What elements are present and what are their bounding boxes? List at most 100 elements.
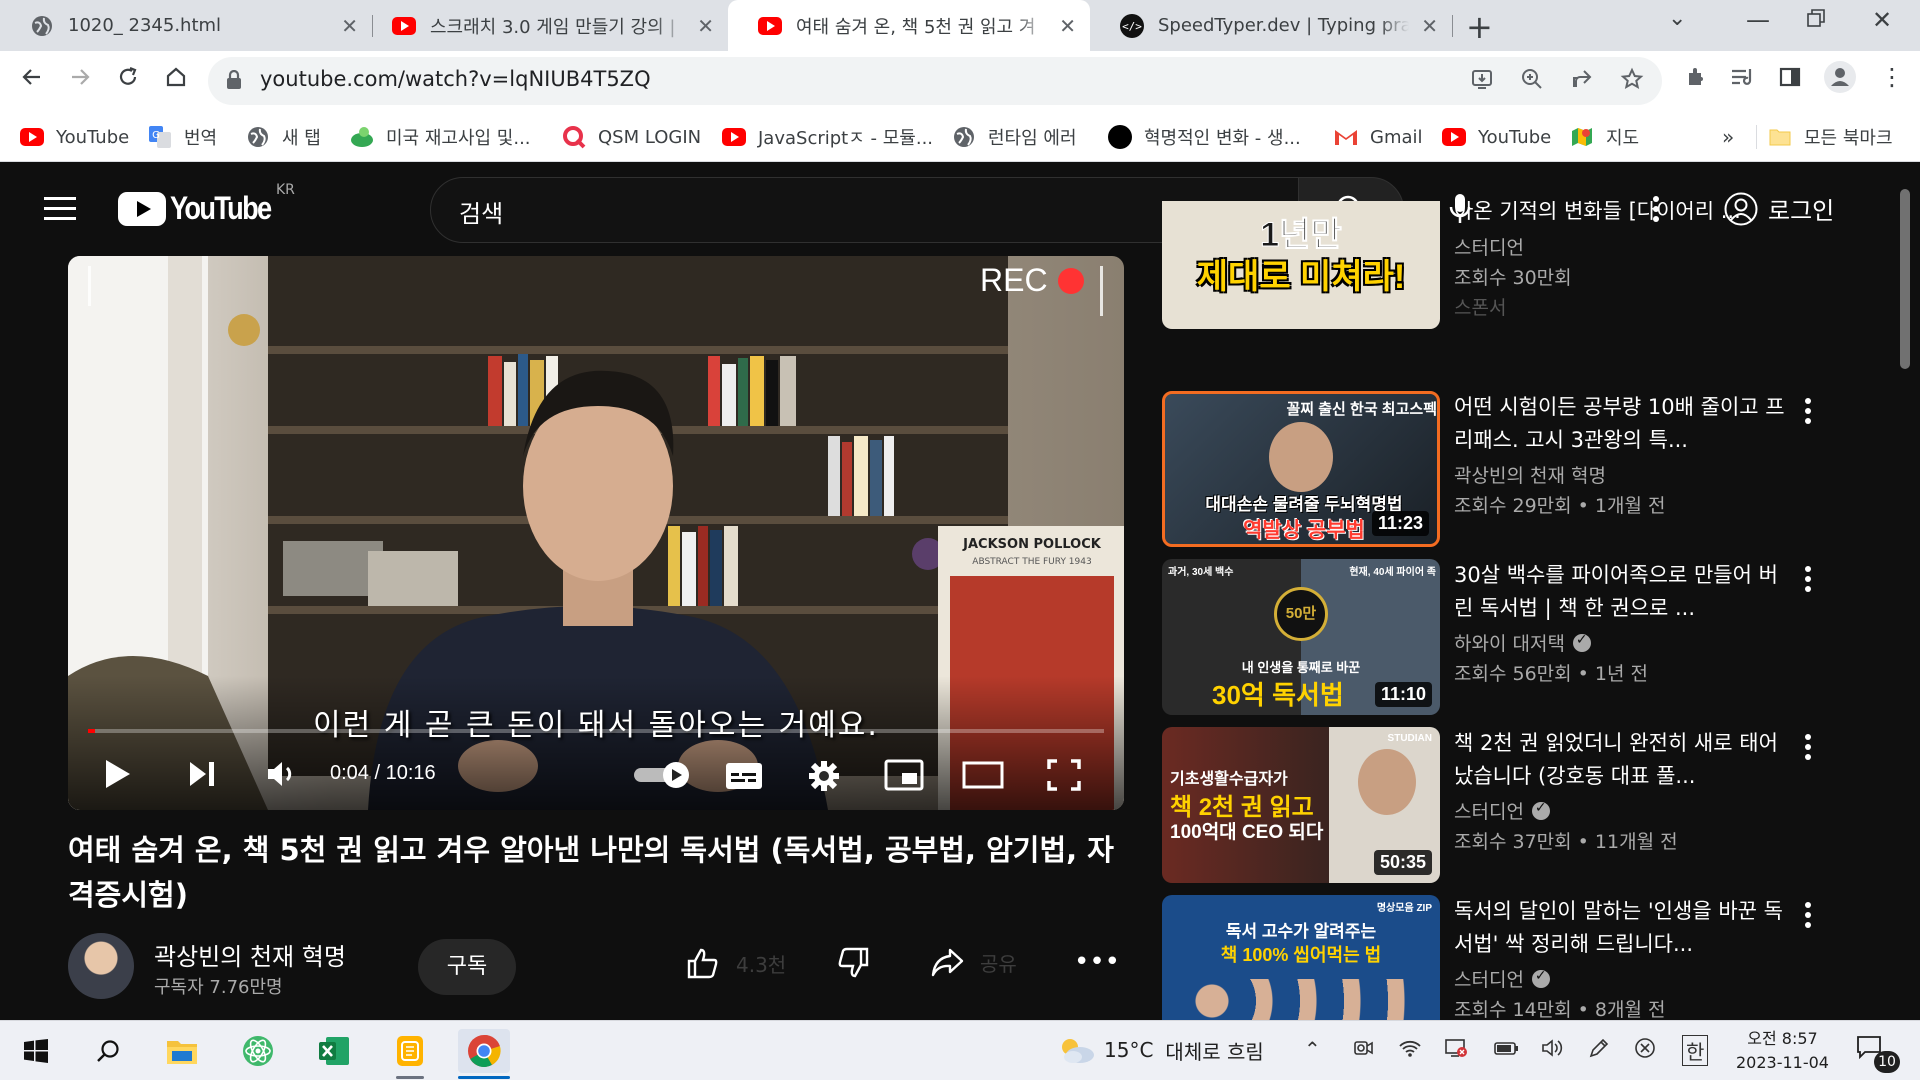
recommendation-channel[interactable]: 하와이 대저택 <box>1454 629 1591 656</box>
share-button[interactable]: 공유 <box>930 947 1017 977</box>
next-button[interactable] <box>186 756 218 796</box>
more-options-kebab-icon[interactable] <box>1804 397 1812 429</box>
blocked-icon[interactable] <box>1634 1037 1656 1064</box>
video-player[interactable]: JACKSON POLLOCK ABSTRACT THE FURY 1943 R… <box>68 256 1124 810</box>
bookmark-runtime-error[interactable]: 런타임 에러 <box>952 113 1077 161</box>
recommendation-title[interactable]: 아온 기적의 변화들 [다이어리 ... <box>1454 201 1794 228</box>
more-options-kebab-icon[interactable] <box>1804 901 1812 933</box>
home-button[interactable] <box>164 63 188 96</box>
more-options-kebab-icon[interactable] <box>1804 565 1812 597</box>
bookmark-star-icon[interactable] <box>1620 67 1644 97</box>
bookmark-revolution[interactable]: 혁명적인 변화 - 생... <box>1108 113 1301 161</box>
bookmarks-overflow-button[interactable]: » <box>1722 113 1734 161</box>
youtube-logo[interactable]: YouTube KR <box>118 182 295 227</box>
settings-button[interactable] <box>806 758 842 798</box>
progress-bar[interactable] <box>88 729 1104 733</box>
channel-name[interactable]: 곽상빈의 천재 혁명 <box>154 937 346 972</box>
pen-icon[interactable] <box>1588 1037 1610 1064</box>
tab-speedtyper[interactable]: </> SpeedTyper.dev | Typing practice ✕ <box>1090 0 1452 51</box>
bookmark-youtube-2[interactable]: YouTube <box>1442 113 1551 161</box>
minimize-button[interactable]: — <box>1746 6 1770 34</box>
camera-tray-icon[interactable] <box>1352 1037 1374 1064</box>
close-tab-icon[interactable]: ✕ <box>1421 14 1438 38</box>
volume-tray-icon[interactable] <box>1540 1037 1564 1064</box>
reload-button[interactable] <box>116 63 140 96</box>
bookmark-new-tab[interactable]: 새 탭 <box>246 113 321 161</box>
tab-scratch[interactable]: 스크래치 3.0 게임 만들기 강의 | ✕ <box>362 0 728 51</box>
mute-button[interactable] <box>264 756 298 796</box>
tab-html-file[interactable]: 1020_ 2345.html ✕ <box>0 0 372 51</box>
recommendation-title[interactable]: 30살 백수를 파이어족으로 만들어 버린 독서법 | 책 한 권으로 ... <box>1454 559 1794 625</box>
forward-button[interactable] <box>68 63 92 96</box>
excel-app[interactable] <box>308 1029 360 1073</box>
tab-active-video[interactable]: 여태 숨겨 온, 책 5천 권 읽고 겨 ✕ <box>728 0 1090 51</box>
chrome-app[interactable] <box>458 1029 510 1079</box>
show-hidden-icons-chevron-icon[interactable]: ⌃ <box>1304 1037 1321 1061</box>
more-actions-icon[interactable]: ••• <box>1074 947 1120 977</box>
start-button[interactable] <box>10 1029 62 1073</box>
battery-icon[interactable] <box>1492 1037 1520 1064</box>
recommendation-thumbnail[interactable]: 꼴찌 출신 한국 최고스펙 대대손손 물려줄 두뇌혁명법 역발상 공부법 11:… <box>1162 391 1440 547</box>
address-bar[interactable]: youtube.com/watch?v=lqNIUB4T5ZQ <box>208 57 1662 105</box>
profile-icon[interactable] <box>1824 61 1856 99</box>
channel-avatar[interactable] <box>68 933 134 999</box>
share-page-icon[interactable] <box>1570 67 1594 97</box>
theater-mode-button[interactable] <box>962 760 1004 794</box>
recommendation-channel[interactable]: 스터디언 <box>1454 233 1524 260</box>
recommendation-channel[interactable]: 스터디언 <box>1454 797 1550 824</box>
media-control-icon[interactable] <box>1730 65 1756 95</box>
lock-icon[interactable] <box>226 69 242 94</box>
dislike-button[interactable] <box>836 947 870 983</box>
miniplayer-button[interactable] <box>884 758 924 796</box>
atom-app[interactable] <box>232 1029 284 1073</box>
play-button[interactable] <box>100 756 134 796</box>
recommendation-item[interactable]: 과거, 30세 백수 현재, 40세 파이어 족 50만 내 인생을 통째로 바… <box>1162 559 1842 715</box>
subscribe-button[interactable]: 구독 <box>418 939 516 995</box>
bookmark-qsm-login[interactable]: QSM LOGIN <box>562 113 701 161</box>
ime-indicator[interactable]: 한 <box>1682 1035 1709 1066</box>
recommendation-item[interactable]: 꼴찌 출신 한국 최고스펙 대대손손 물려줄 두뇌혁명법 역발상 공부법 11:… <box>1162 391 1842 547</box>
clock[interactable]: 오전 8:57 2023-11-04 <box>1736 1027 1829 1075</box>
recommendation-item[interactable]: STUDIAN 기초생활수급자가 책 2천 권 읽고 100억대 CEO 되다 … <box>1162 727 1842 883</box>
bookmark-us-stock[interactable]: 미국 재고사입 및... <box>350 113 531 161</box>
recommendation-title[interactable]: 책 2천 권 읽었더니 완전히 새로 태어났습니다 (강호동 대표 풀... <box>1454 727 1794 793</box>
all-bookmarks-folder[interactable]: 모든 북마크 <box>1768 113 1893 161</box>
side-panel-icon[interactable] <box>1778 65 1802 95</box>
fullscreen-button[interactable] <box>1046 758 1082 796</box>
recommendation-channel[interactable]: 스터디언 <box>1454 965 1550 992</box>
install-app-icon[interactable] <box>1470 67 1494 97</box>
display-warning-icon[interactable] <box>1444 1037 1468 1064</box>
close-tab-icon[interactable]: ✕ <box>1059 14 1076 38</box>
close-tab-icon[interactable]: ✕ <box>341 14 358 38</box>
new-tab-button[interactable]: + <box>1466 8 1493 46</box>
recommendation-item[interactable]: 1년만 제대로 미쳐라! 아온 기적의 변화들 [다이어리 ... 스터디언 조… <box>1162 201 1842 329</box>
hamburger-menu-icon[interactable] <box>44 197 76 221</box>
search-taskbar-button[interactable] <box>82 1029 134 1073</box>
wifi-icon[interactable] <box>1398 1037 1422 1064</box>
bookmark-youtube[interactable]: YouTube <box>20 113 129 161</box>
recommendation-thumbnail[interactable]: STUDIAN 기초생활수급자가 책 2천 권 읽고 100억대 CEO 되다 … <box>1162 727 1440 883</box>
recommendation-thumbnail[interactable]: 과거, 30세 백수 현재, 40세 파이어 족 50만 내 인생을 통째로 바… <box>1162 559 1440 715</box>
restore-button[interactable] <box>1806 6 1826 34</box>
bookmark-gmail[interactable]: Gmail <box>1334 113 1423 161</box>
bookmark-maps[interactable]: 지도 <box>1570 113 1639 161</box>
file-explorer-app[interactable] <box>156 1029 208 1073</box>
zoom-icon[interactable] <box>1520 67 1544 97</box>
notes-app[interactable] <box>384 1029 436 1079</box>
tab-search-chevron-icon[interactable]: ⌄ <box>1668 6 1686 31</box>
page-scrollbar[interactable] <box>1900 189 1910 369</box>
recommendation-title[interactable]: 독서의 달인이 말하는 '인생을 바꾼 독서법' 싹 정리해 드립니다... <box>1454 895 1794 961</box>
extensions-icon[interactable] <box>1684 65 1708 95</box>
close-tab-icon[interactable]: ✕ <box>697 14 714 38</box>
recommendation-channel[interactable]: 곽상빈의 천재 혁명 <box>1454 461 1606 488</box>
recommendation-thumbnail[interactable]: 명상모음 ZIP 독서 고수가 알려주는 책 100% 씹어먹는 법 <box>1162 895 1440 1020</box>
back-button[interactable] <box>20 63 44 96</box>
recommendation-title[interactable]: 어떤 시험이든 공부량 10배 줄이고 프리패스. 고시 3관왕의 특... <box>1454 391 1794 457</box>
chrome-menu-icon[interactable]: ⋮ <box>1880 63 1904 91</box>
close-window-button[interactable]: ✕ <box>1872 6 1892 34</box>
url-text[interactable]: youtube.com/watch?v=lqNIUB4T5ZQ <box>260 67 651 91</box>
bookmark-javascript[interactable]: JavaScriptㅈ - 모듈... <box>722 113 933 161</box>
recommendation-thumbnail[interactable]: 1년만 제대로 미쳐라! <box>1162 201 1440 329</box>
weather-widget[interactable]: 15°C 대체로 흐림 <box>1056 1035 1264 1065</box>
bookmark-translate[interactable]: G 번역 <box>148 113 217 161</box>
